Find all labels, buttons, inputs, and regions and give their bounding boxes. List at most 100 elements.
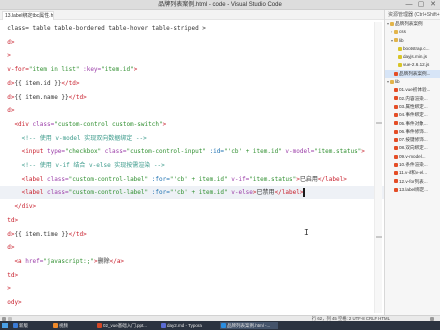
tree-file[interactable]: 品牌列表案例... (385, 69, 440, 79)
taskbar-item[interactable]: 品牌列表案例.html -... (220, 322, 278, 329)
tree-file[interactable]: 10.条件渲染... (385, 161, 440, 169)
editor-tab-bar: 13.label绑定tbc属性.html (0, 10, 384, 20)
taskbar-item[interactable]: day2.md - Typora (160, 322, 216, 329)
taskbar-item[interactable]: 02_vue基础入门.ppt... (96, 322, 156, 329)
tree-file[interactable]: bootstrap.c... (385, 45, 440, 53)
tree-file[interactable]: 13.label绑定... (385, 186, 440, 194)
tree-file[interactable]: 12.v-for列表... (385, 178, 440, 186)
code-token: v-model= (281, 148, 315, 156)
code-token: :for= (148, 175, 170, 183)
code-token: d> (0, 244, 15, 252)
code-line[interactable]: <label class="custom-control-label" :for… (0, 186, 384, 200)
code-token: "'cb' + item.id" (224, 148, 282, 156)
code-token: ody> (0, 299, 22, 306)
code-token: type= (43, 148, 66, 156)
code-token: class= (101, 148, 127, 156)
tree-file[interactable]: 06.事件修饰... (385, 128, 440, 136)
code-line[interactable]: d> (0, 36, 384, 49)
code-token: <a (0, 257, 22, 265)
code-token: td> (0, 271, 19, 279)
code-token: :key= (79, 66, 102, 74)
code-line[interactable]: d>{{ item.time }}</td> (0, 228, 384, 241)
code-line[interactable]: d> (0, 104, 384, 117)
taskbar-item[interactable]: 视频 (52, 322, 92, 329)
html-file-icon (394, 71, 398, 76)
tree-file[interactable]: 11.v-if和v-el... (385, 169, 440, 177)
code-token: "checkbox" (65, 148, 102, 156)
close-button[interactable]: ✕ (427, 0, 439, 10)
code-token: > (133, 66, 138, 74)
code-token: "custom-control custom-switch" (54, 120, 163, 128)
code-token: d> (0, 79, 15, 87)
taskbar-item-label: 02_vue基础入门.ppt... (103, 323, 148, 328)
tree-file[interactable]: 01.vue初体验... (385, 86, 440, 94)
code-token: 已禁用 (256, 189, 275, 197)
code-line[interactable]: > (0, 49, 384, 62)
code-token: </td> (68, 230, 87, 238)
taskbar-item[interactable]: 新版 (12, 322, 50, 329)
tree-file[interactable]: 02.内容渲染... (385, 95, 440, 103)
code-line[interactable]: d> (0, 241, 384, 254)
code-token: v-for= (0, 66, 29, 74)
code-token: </div> (0, 203, 37, 211)
html-file-icon (394, 154, 398, 159)
tree-file[interactable]: 05.事件对象... (385, 120, 440, 128)
tree-folder[interactable]: ▾ 品牌列表案例 (385, 20, 440, 28)
tree-file[interactable]: vue-2.6.12.js (385, 61, 440, 69)
code-line[interactable]: <!-- 使用 v-model 实现双向数据绑定 --> (0, 132, 384, 145)
tree-item-label: 08.双向绑定... (399, 145, 428, 151)
system-tray[interactable] (416, 323, 436, 328)
code-line[interactable]: <label class="custom-control-label" :for… (0, 173, 384, 186)
app-icon (221, 323, 226, 328)
html-file-icon (394, 146, 398, 151)
tree-file[interactable]: 04.事件绑定... (385, 111, 440, 119)
code-token: d> (0, 93, 15, 101)
tree-file[interactable]: 08.双向绑定... (385, 144, 440, 152)
code-token: <label (0, 175, 44, 183)
code-line[interactable]: <a href="javascript:;">删除</a> (0, 255, 384, 268)
code-line[interactable]: </div> (0, 200, 384, 213)
tree-item-label: 01.vue初体验... (399, 87, 431, 93)
window-title: 品牌列表案例.html - code - Visual Studio Code (158, 2, 282, 8)
code-line[interactable]: > (0, 282, 384, 295)
code-line[interactable]: td> (0, 214, 384, 227)
code-line[interactable]: <input type="checkbox" class="custom-con… (0, 145, 384, 158)
html-file-icon (394, 137, 398, 142)
tree-file[interactable]: 07.按键修饰... (385, 136, 440, 144)
code-line[interactable]: v-for="item in list" :key="item.id"> (0, 63, 384, 76)
app-icon (13, 323, 18, 328)
editor-tab[interactable]: 13.label绑定tbc属性.html (2, 11, 54, 20)
tree-file[interactable]: dayjs.min.js (385, 53, 440, 61)
folder-icon (390, 21, 394, 26)
start-menu-icon[interactable] (2, 323, 8, 328)
code-token: v-if= (227, 175, 250, 183)
tree-folder[interactable]: ▾ lib (385, 37, 440, 45)
code-line[interactable]: ody> (0, 296, 384, 309)
code-editor[interactable]: class= table table-bordered table-hover … (0, 20, 384, 315)
code-token: class= (28, 120, 55, 128)
code-token: "item.id" (101, 66, 134, 74)
caret (303, 188, 306, 198)
code-line[interactable]: d>{{ item.id }}</td> (0, 77, 384, 90)
editor-scrollbar[interactable] (374, 22, 382, 313)
code-token: </td> (61, 79, 80, 87)
maximize-button[interactable]: ▢ (415, 0, 427, 10)
code-token: td> (0, 216, 19, 224)
minimize-button[interactable]: — (403, 0, 415, 10)
tree-folder[interactable]: › css (385, 28, 440, 36)
tree-item-label: 07.按键修饰... (399, 137, 428, 143)
tree-item-label: 03.属性绑定... (399, 103, 428, 109)
folder-icon (394, 30, 398, 35)
code-line[interactable]: <div class="custom-control custom-switch… (0, 118, 384, 131)
code-token: </a> (109, 257, 125, 265)
tree-file[interactable]: 03.属性绑定... (385, 103, 440, 111)
tree-folder[interactable]: ▾ lib (385, 78, 440, 86)
tree-file[interactable]: 09.v-model... (385, 153, 440, 161)
code-token: </td> (68, 93, 87, 101)
code-token: 已启用 (299, 175, 318, 183)
tree-item-label: 09.v-model... (399, 153, 426, 159)
code-line[interactable]: class= table table-bordered table-hover … (0, 22, 384, 35)
code-line[interactable]: d>{{ item.name }}</td> (0, 91, 384, 104)
code-line[interactable]: td> (0, 269, 384, 282)
code-line[interactable]: <!-- 使用 v-if 结合 v-else 实现按需渲染 --> (0, 159, 384, 172)
